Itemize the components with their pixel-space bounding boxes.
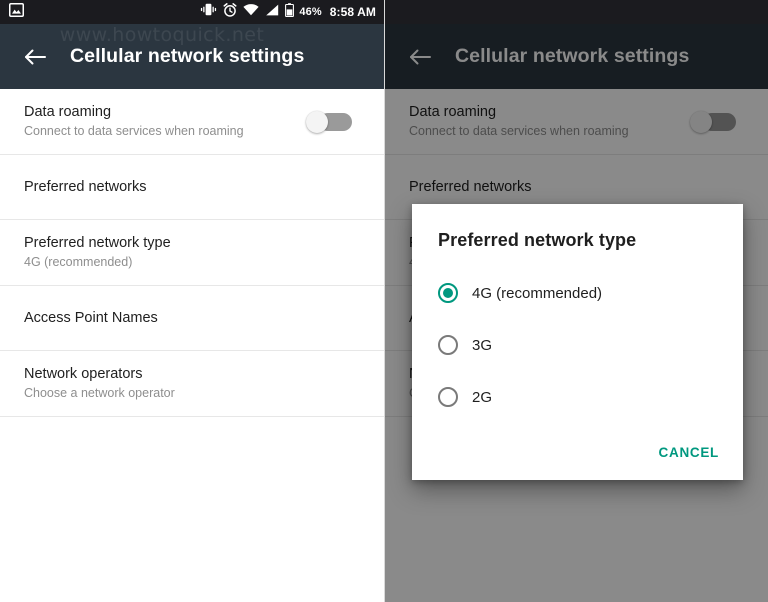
radio-icon[interactable] (438, 387, 458, 407)
radio-option-2g[interactable]: 2G (412, 371, 743, 423)
signal-icon (265, 3, 279, 21)
list-item-title: Access Point Names (24, 309, 158, 326)
list-item-subtitle: Choose a network operator (24, 386, 175, 401)
list-item-data-roaming[interactable]: Data roaming Connect to data services wh… (0, 89, 384, 155)
list-item-text: Preferred network type 4G (recommended) (24, 234, 360, 272)
status-bar: 46% 8:58 AM (0, 0, 384, 24)
radio-label: 4G (recommended) (472, 284, 603, 302)
phone-screen-network-type-dialog: 46% 8:58 AM Cellular network settings Da… (384, 0, 768, 602)
toggle-thumb (306, 110, 328, 133)
vibrate-icon (200, 3, 217, 21)
arrow-left-icon[interactable] (22, 44, 48, 70)
radio-option-3g[interactable]: 3G (412, 319, 743, 371)
list-item-title: Network operators (24, 365, 143, 382)
list-item-network-operators[interactable]: Network operators Choose a network opera… (0, 351, 384, 417)
list-item-title: Preferred networks (24, 178, 147, 195)
dialog-action-bar: CANCEL (412, 423, 743, 470)
settings-list: Data roaming Connect to data services wh… (0, 89, 384, 417)
status-bar-overlay-guard (385, 0, 768, 24)
list-item-preferred-networks[interactable]: Preferred networks (0, 155, 384, 220)
wifi-icon (243, 3, 259, 21)
list-item-subtitle: Connect to data services when roaming (24, 124, 244, 139)
status-bar-right-icons: 46% 8:58 AM (200, 2, 376, 22)
status-bar-left-icons (9, 2, 24, 22)
status-bar-clock: 8:58 AM (329, 5, 376, 19)
app-toolbar: Cellular network settings (0, 24, 384, 89)
list-item-text: Preferred networks (24, 178, 360, 197)
list-item-text: Data roaming Connect to data services wh… (24, 103, 306, 141)
list-item-preferred-network-type[interactable]: Preferred network type 4G (recommended) (0, 220, 384, 286)
screenshot-root: 46% 8:58 AM Cellular network settings ww… (0, 0, 768, 602)
cancel-button[interactable]: CANCEL (657, 441, 721, 464)
list-item-title: Preferred network type (24, 234, 171, 251)
phone-screen-settings-list: 46% 8:58 AM Cellular network settings ww… (0, 0, 384, 602)
list-item-access-point-names[interactable]: Access Point Names (0, 286, 384, 351)
list-item-text: Network operators Choose a network opera… (24, 365, 360, 403)
dialog-title: Preferred network type (438, 230, 637, 250)
data-roaming-toggle[interactable] (306, 110, 352, 133)
battery-percent: 46% (299, 5, 322, 18)
alarm-icon (223, 2, 237, 22)
battery-icon (285, 2, 295, 22)
page-title: Cellular network settings (70, 45, 305, 67)
radio-option-4g[interactable]: 4G (recommended) (412, 267, 743, 319)
list-item-subtitle: 4G (recommended) (24, 255, 133, 270)
screenshot-icon (9, 2, 24, 22)
list-item-title: Data roaming (24, 103, 112, 120)
radio-icon-selected[interactable] (438, 283, 458, 303)
radio-label: 3G (472, 336, 493, 354)
preferred-network-type-dialog: Preferred network type 4G (recommended) … (412, 204, 743, 480)
list-item-text: Access Point Names (24, 309, 360, 328)
radio-label: 2G (472, 388, 493, 406)
radio-icon[interactable] (438, 335, 458, 355)
